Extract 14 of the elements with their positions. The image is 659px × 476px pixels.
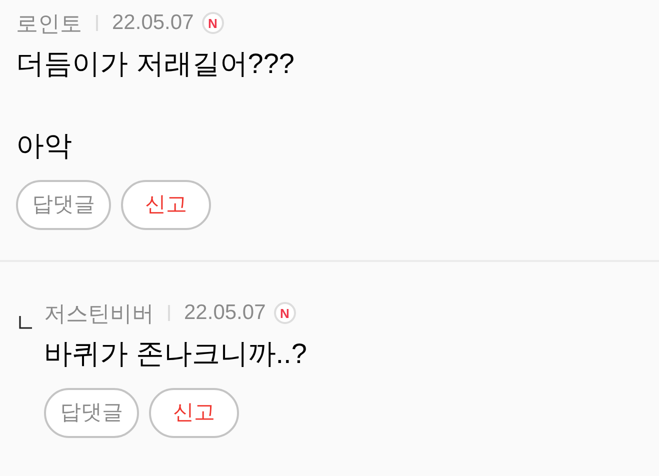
comment-date: 22.05.07 bbox=[184, 300, 266, 326]
new-badge: N bbox=[202, 12, 224, 34]
comment-text: 바퀴가 존나크니까..? bbox=[44, 337, 307, 371]
reply-button[interactable]: 답댓글 bbox=[44, 388, 139, 438]
comment-text: 아악 bbox=[16, 129, 73, 163]
author-name: 저스틴비버 bbox=[44, 300, 154, 328]
reply-button[interactable]: 답댓글 bbox=[16, 180, 111, 230]
report-button[interactable]: 신고 bbox=[149, 388, 239, 438]
comment-date: 22.05.07 bbox=[112, 10, 194, 36]
author-name: 로인토 bbox=[16, 10, 82, 38]
reply-indicator-icon bbox=[19, 316, 32, 329]
comment-text: 더듬이가 저래길어??? bbox=[16, 47, 294, 81]
new-badge: N bbox=[274, 302, 296, 324]
report-button[interactable]: 신고 bbox=[121, 180, 211, 230]
